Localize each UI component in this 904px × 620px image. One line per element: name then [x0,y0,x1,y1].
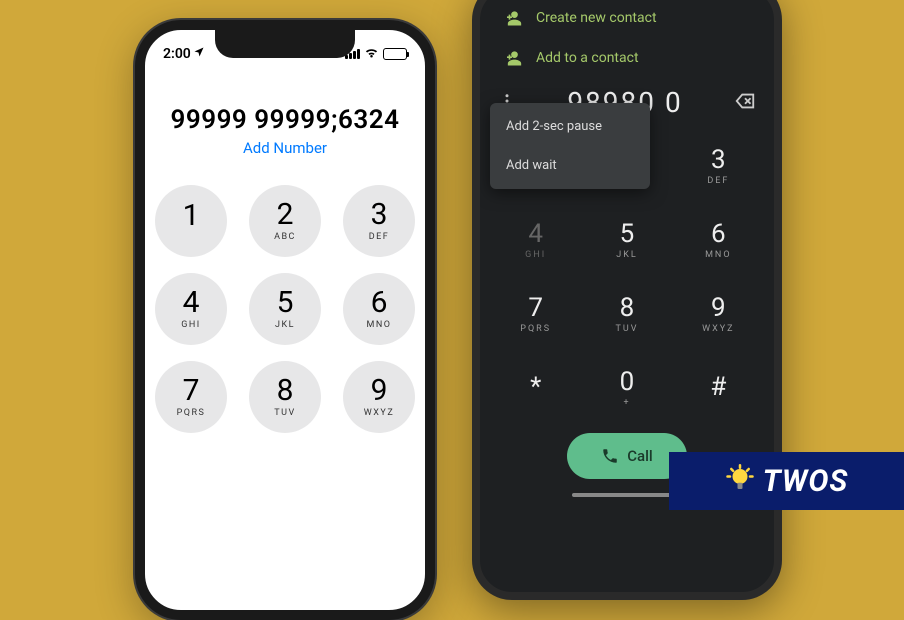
key-7[interactable]: 7PQRS [155,361,227,433]
options-popup: Add 2-sec pause Add wait [490,103,650,189]
akey-6[interactable]: 6MNO [675,205,762,275]
lightbulb-icon [725,464,755,498]
key-2[interactable]: 2ABC [249,185,321,257]
akey-hash[interactable]: # [675,353,762,423]
key-6[interactable]: 6MNO [343,273,415,345]
iphone-keypad: 1 2ABC 3DEF 4GHI 5JKL 6MNO 7PQRS 8TUV 9W… [145,185,425,433]
akey-3[interactable]: 3DEF [675,131,762,201]
key-8[interactable]: 8TUV [249,361,321,433]
status-time: 2:00 [163,46,191,62]
twos-badge: TWOS [669,452,904,510]
add-to-contact-label: Add to a contact [536,50,639,66]
akey-5[interactable]: 5JKL [583,205,670,275]
home-indicator [572,493,682,497]
akey-8[interactable]: 8TUV [583,279,670,349]
akey-0[interactable]: 0+ [583,353,670,423]
dialed-number: 99999 99999;6324 [145,105,425,135]
battery-icon [383,48,407,60]
backspace-icon[interactable] [734,90,756,116]
number-display: 99999 99999;6324 Add Number [145,105,425,157]
add-pause-item[interactable]: Add 2-sec pause [490,107,650,146]
wifi-icon [364,45,379,64]
iphone-dialer: 2:00 99999 99999;6324 Add Number 1 2ABC … [135,20,435,620]
create-contact-button[interactable]: Create new contact [496,0,758,38]
add-wait-item[interactable]: Add wait [490,146,650,185]
key-4[interactable]: 4GHI [155,273,227,345]
twos-text: TWOS [763,464,849,499]
akey-star[interactable]: * [492,353,579,423]
add-to-contact-button[interactable]: Add to a contact [496,38,758,78]
android-dialer: Create new contact Add to a contact 9898… [472,0,782,600]
key-5[interactable]: 5JKL [249,273,321,345]
add-number-button[interactable]: Add Number [145,139,425,157]
akey-9[interactable]: 9WXYZ [675,279,762,349]
location-icon [193,46,205,62]
key-3[interactable]: 3DEF [343,185,415,257]
akey-7[interactable]: 7PQRS [492,279,579,349]
key-9[interactable]: 9WXYZ [343,361,415,433]
call-label: Call [627,447,653,465]
create-contact-label: Create new contact [536,10,657,26]
key-1[interactable]: 1 [155,185,227,257]
akey-4[interactable]: 4GHI [492,205,579,275]
iphone-notch [215,30,355,58]
